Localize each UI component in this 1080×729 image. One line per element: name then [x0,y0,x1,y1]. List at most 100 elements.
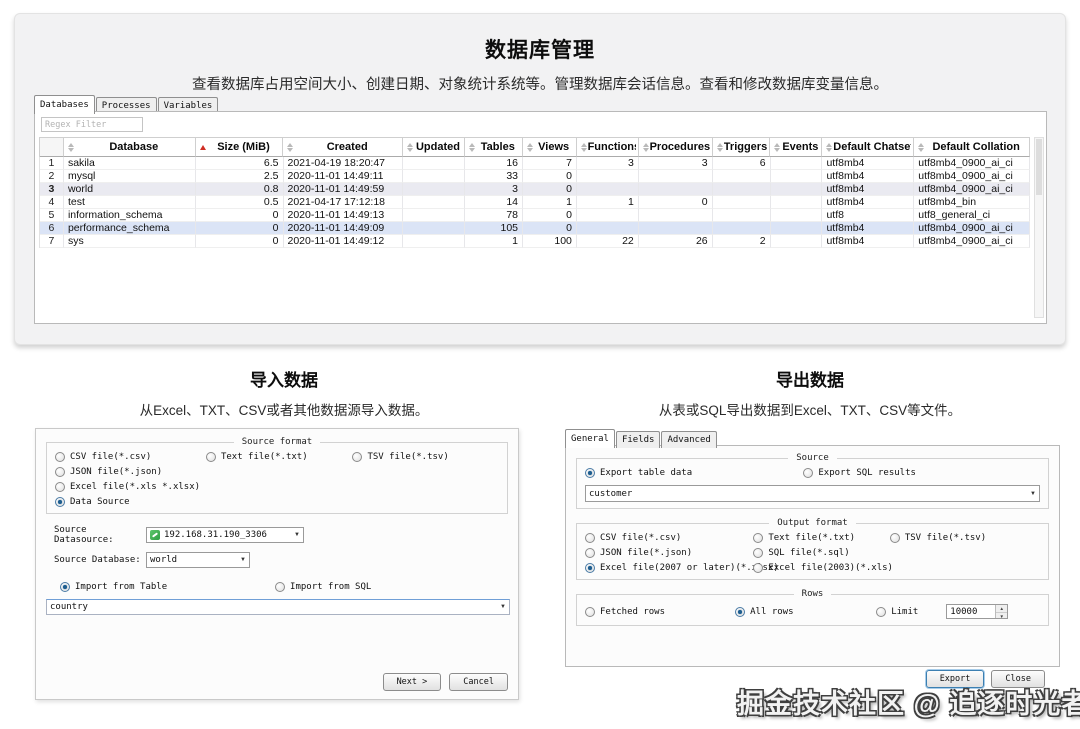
cell: 3 [639,157,713,170]
cancel-button[interactable]: Cancel [449,673,508,691]
limit-input[interactable] [947,605,995,618]
cell: 2020-11-01 14:49:13 [284,209,404,222]
row-number: 2 [40,170,64,183]
radio-icon [55,452,65,462]
table-row[interactable]: 1sakila6.52021-04-19 18:20:47167336utf8m… [40,157,1030,170]
export-format-excel-file-2007-or-later-xlsx[interactable]: Excel file(2007 or later)(*.xlsx) [585,563,753,573]
column-header-functions[interactable]: Functions [577,138,639,157]
export-format-tsv-file-tsv[interactable]: TSV file(*.tsv) [890,533,1040,543]
sort-icon[interactable] [716,143,724,152]
column-header-events[interactable]: Events [770,138,822,157]
sort-icon[interactable] [199,145,207,150]
sort-icon[interactable] [773,143,781,152]
radio-label: Import from SQL [290,582,371,592]
column-header-label: Triggers [724,141,768,153]
column-header-default-chatset[interactable]: Default Chatset [822,138,914,157]
export-source-export-sql-results[interactable]: Export SQL results [803,468,1040,478]
export-format-excel-file-2003-xls[interactable]: Excel file(2003)(*.xls) [753,563,890,573]
tab-databases[interactable]: Databases [34,95,95,114]
import-format-json-file-json[interactable]: JSON file(*.json) [55,467,206,477]
export-rows-fetched-rows[interactable]: Fetched rows [585,604,735,619]
sort-icon[interactable] [468,143,476,152]
column-header-default-collation[interactable]: Default Collation [914,138,1030,157]
cell: 7 [523,157,577,170]
export-tab-general[interactable]: General [565,429,615,448]
import-format-tsv-file-tsv[interactable]: TSV file(*.tsv) [352,452,499,462]
radio-label: CSV file(*.csv) [70,452,151,462]
spinner-buttons[interactable]: ▲▼ [995,605,1007,618]
next-button[interactable]: Next > [383,673,442,691]
export-rows-all-rows[interactable]: All rows [735,604,876,619]
sort-icon[interactable] [526,143,534,152]
cell: 0 [523,183,577,196]
export-tab-fields[interactable]: Fields [616,431,661,448]
column-header-created[interactable]: Created [283,138,403,157]
table-row[interactable]: 3world0.82020-11-01 14:49:5930utf8mb4utf… [40,183,1030,196]
vertical-scrollbar[interactable] [1034,137,1044,318]
import-format-text-file-txt[interactable]: Text file(*.txt) [206,452,353,462]
column-header-label: Procedures [650,141,710,153]
table-row[interactable]: 6performance_schema02020-11-01 14:49:091… [40,222,1030,235]
spinner-up-icon[interactable]: ▲ [996,605,1007,613]
export-format-text-file-txt[interactable]: Text file(*.txt) [753,533,890,543]
import-mode-import-from-sql[interactable]: Import from SQL [275,582,508,592]
export-tab-advanced[interactable]: Advanced [661,431,716,448]
export-table-combobox[interactable]: customer ▼ [585,485,1040,502]
page-subtitle: 查看数据库占用空间大小、创建日期、对象统计系统等。管理数据库会话信息。查看和修改… [15,73,1065,94]
sort-icon[interactable] [67,143,75,152]
table-row[interactable]: 4test0.52021-04-17 17:12:1814110utf8mb4u… [40,196,1030,209]
sort-icon[interactable] [286,143,294,152]
cell: 2021-04-19 18:20:47 [284,157,404,170]
cell: world [64,183,196,196]
column-header-views[interactable]: Views [523,138,577,157]
column-header-size-mib[interactable]: Size (MiB) [196,138,284,157]
datasource-combobox[interactable]: 192.168.31.190_3306 ▼ [146,527,304,543]
cell [771,222,823,235]
export-subtitle: 从表或SQL导出数据到Excel、TXT、CSV等文件。 [553,399,1067,419]
column-header-database[interactable]: Database [64,138,196,157]
radio-icon [60,582,70,592]
sort-icon[interactable] [406,143,414,152]
page-title: 数据库管理 [15,34,1065,64]
column-header-updated[interactable]: Updated [403,138,465,157]
source-table-combobox[interactable]: country ▼ [46,599,510,615]
export-format-json-file-json[interactable]: JSON file(*.json) [585,548,753,558]
regex-filter-input[interactable] [41,117,143,132]
export-source-export-table-data[interactable]: Export table data [585,468,803,478]
radio-label: TSV file(*.tsv) [905,533,986,543]
cell: 2 [713,235,771,248]
import-format-data-source[interactable]: Data Source [55,497,206,507]
export-format-sql-file-sql[interactable]: SQL file(*.sql) [753,548,890,558]
database-management-card: 数据库管理 查看数据库占用空间大小、创建日期、对象统计系统等。管理数据库会话信息… [14,13,1066,345]
database-table-area: DatabaseSize (MiB)CreatedUpdatedTablesVi… [34,111,1047,324]
source-format-legend: Source format [234,437,320,447]
sort-icon[interactable] [825,143,833,152]
column-header-tables[interactable]: Tables [465,138,523,157]
scrollbar-thumb[interactable] [1036,139,1042,195]
table-row[interactable]: 2mysql2.52020-11-01 14:49:11330utf8mb4ut… [40,170,1030,183]
limit-spinner[interactable]: ▲▼ [946,604,1008,619]
sort-icon[interactable] [642,143,650,152]
table-row[interactable]: 5information_schema02020-11-01 14:49:137… [40,209,1030,222]
import-mode-import-from-table[interactable]: Import from Table [60,582,275,592]
radio-label: JSON file(*.json) [600,548,692,558]
cell: 3 [465,183,523,196]
radio-label: JSON file(*.json) [70,467,162,477]
table-corner-cell[interactable] [40,138,64,157]
sort-icon[interactable] [917,143,925,152]
database-combobox[interactable]: world ▼ [146,552,250,568]
radio-icon [585,468,595,478]
import-format-excel-file-xls-xlsx[interactable]: Excel file(*.xls *.xlsx) [55,482,206,492]
import-format-csv-file-csv[interactable]: CSV file(*.csv) [55,452,206,462]
column-header-triggers[interactable]: Triggers [713,138,771,157]
spinner-down-icon[interactable]: ▼ [996,613,1007,620]
cell: utf8mb4 [822,157,914,170]
chevron-down-icon: ▼ [500,604,506,610]
cell [403,157,465,170]
table-row[interactable]: 7sys02020-11-01 14:49:12110022262utf8mb4… [40,235,1030,248]
cell [639,209,713,222]
export-format-csv-file-csv[interactable]: CSV file(*.csv) [585,533,753,543]
export-rows-limit[interactable]: Limit▲▼ [876,604,1040,619]
sort-icon[interactable] [580,143,588,152]
column-header-procedures[interactable]: Procedures [639,138,713,157]
